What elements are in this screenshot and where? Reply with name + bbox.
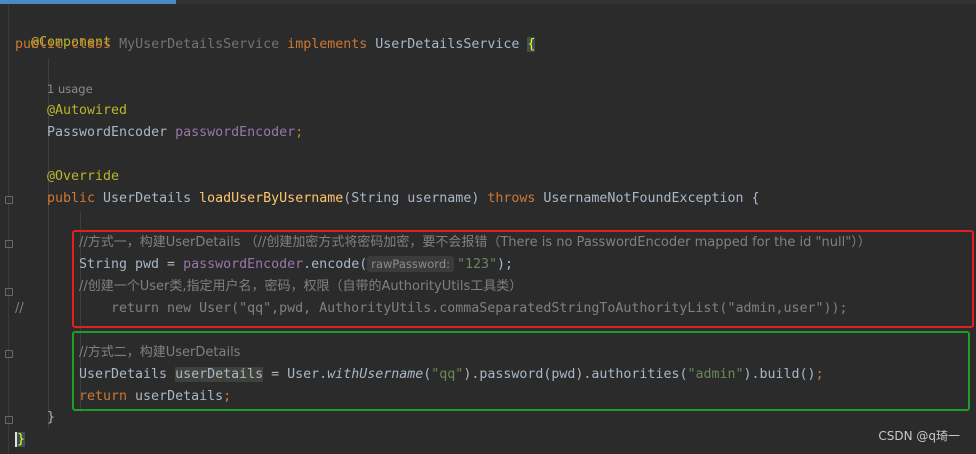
gutter-divider: [8, 4, 9, 454]
semicolon: ;: [815, 367, 824, 382]
watermark: CSDN @q琦一: [878, 429, 960, 443]
type-name: UserDetails: [79, 367, 176, 382]
keyword: public: [47, 191, 104, 206]
semicolon: ;: [223, 389, 232, 404]
code-text: ).build(): [743, 367, 816, 382]
code-text: = User.: [263, 367, 328, 382]
class-name: MyUserDetailsService: [119, 37, 280, 52]
commented-code[interactable]: return new User("qq",pwd, AuthorityUtils…: [79, 299, 848, 319]
variable-name: userDetails: [175, 367, 264, 382]
type-name: UserDetails: [103, 191, 200, 206]
code-line[interactable]: UserDetails userDetails = User.withUsern…: [79, 365, 824, 385]
annotation: @Override: [47, 169, 120, 184]
usage-hint[interactable]: 1 usage: [47, 82, 93, 96]
fold-toggle-icon[interactable]: [5, 288, 13, 296]
code-line[interactable]: //方式一，构建UserDetails （//创建加密方式将密码加密，要不会报错…: [79, 233, 871, 253]
keyword: implements: [279, 37, 376, 52]
scroll-thumb[interactable]: [0, 0, 176, 4]
field-name: passwordEncoder: [175, 125, 296, 140]
interface-name: UserDetailsService: [375, 37, 528, 52]
annotation: @Autowired: [47, 103, 128, 118]
comment: //方式一，构建UserDetails （//创建加密方式将密码加密，要不会报错…: [79, 235, 871, 250]
fold-toggle-icon[interactable]: [5, 416, 13, 424]
fold-toggle-icon[interactable]: [5, 350, 13, 358]
code-line[interactable]: //方式二，构建UserDetails: [79, 343, 240, 363]
code-line[interactable]: }: [15, 430, 26, 450]
method-call: .encode(: [303, 257, 368, 272]
matched-brace: {: [527, 37, 536, 52]
method-name: loadUserByUsername: [199, 191, 344, 206]
code-text: );: [497, 257, 514, 272]
code-line[interactable]: //创建一个User类,指定用户名，密码，权限（自带的AuthorityUtil…: [79, 277, 522, 297]
parameter-hint: rawPassword:: [367, 256, 454, 272]
string-literal: "qq": [431, 367, 464, 382]
code-text: String pwd =: [79, 257, 184, 272]
variable-name: userDetails: [135, 389, 224, 404]
keyword: public class: [15, 37, 120, 52]
editor-tab-scrollbar[interactable]: [0, 0, 976, 4]
code-line[interactable]: @Autowired: [47, 101, 127, 121]
code-line[interactable]: @Component: [15, 13, 111, 50]
string-literal: "123": [457, 257, 498, 272]
static-method: withUsername: [327, 367, 424, 382]
matched-brace: }: [15, 432, 26, 447]
code-line[interactable]: @Override: [47, 167, 119, 187]
code-line[interactable]: return userDetails;: [79, 387, 231, 407]
code-line[interactable]: public UserDetails loadUserByUsername(St…: [47, 189, 760, 209]
string-literal: "admin": [687, 367, 744, 382]
comment: //创建一个User类,指定用户名，密码，权限（自带的AuthorityUtil…: [79, 279, 523, 294]
keyword: return: [79, 389, 136, 404]
type-name: PasswordEncoder: [47, 125, 176, 140]
code-line[interactable]: PasswordEncoder passwordEncoder;: [47, 123, 303, 143]
code-line[interactable]: public class MyUserDetailsService implem…: [15, 35, 536, 55]
parameters: (String username): [343, 191, 488, 206]
semicolon: ;: [295, 125, 304, 140]
fold-toggle-icon[interactable]: [5, 240, 13, 248]
code-line[interactable]: }: [47, 408, 55, 428]
code-text: ).password(pwd).authorities(: [463, 367, 688, 382]
field-name: passwordEncoder: [183, 257, 304, 272]
code-line[interactable]: String pwd = passwordEncoder.encode(rawP…: [79, 255, 513, 275]
closing-brace: }: [47, 410, 56, 425]
exception-name: UsernameNotFoundException {: [543, 191, 760, 206]
keyword: throws: [487, 191, 544, 206]
comment: //方式二，构建UserDetails: [79, 345, 241, 360]
fold-toggle-icon[interactable]: [5, 196, 13, 204]
line-comment-marker: //: [15, 301, 24, 316]
